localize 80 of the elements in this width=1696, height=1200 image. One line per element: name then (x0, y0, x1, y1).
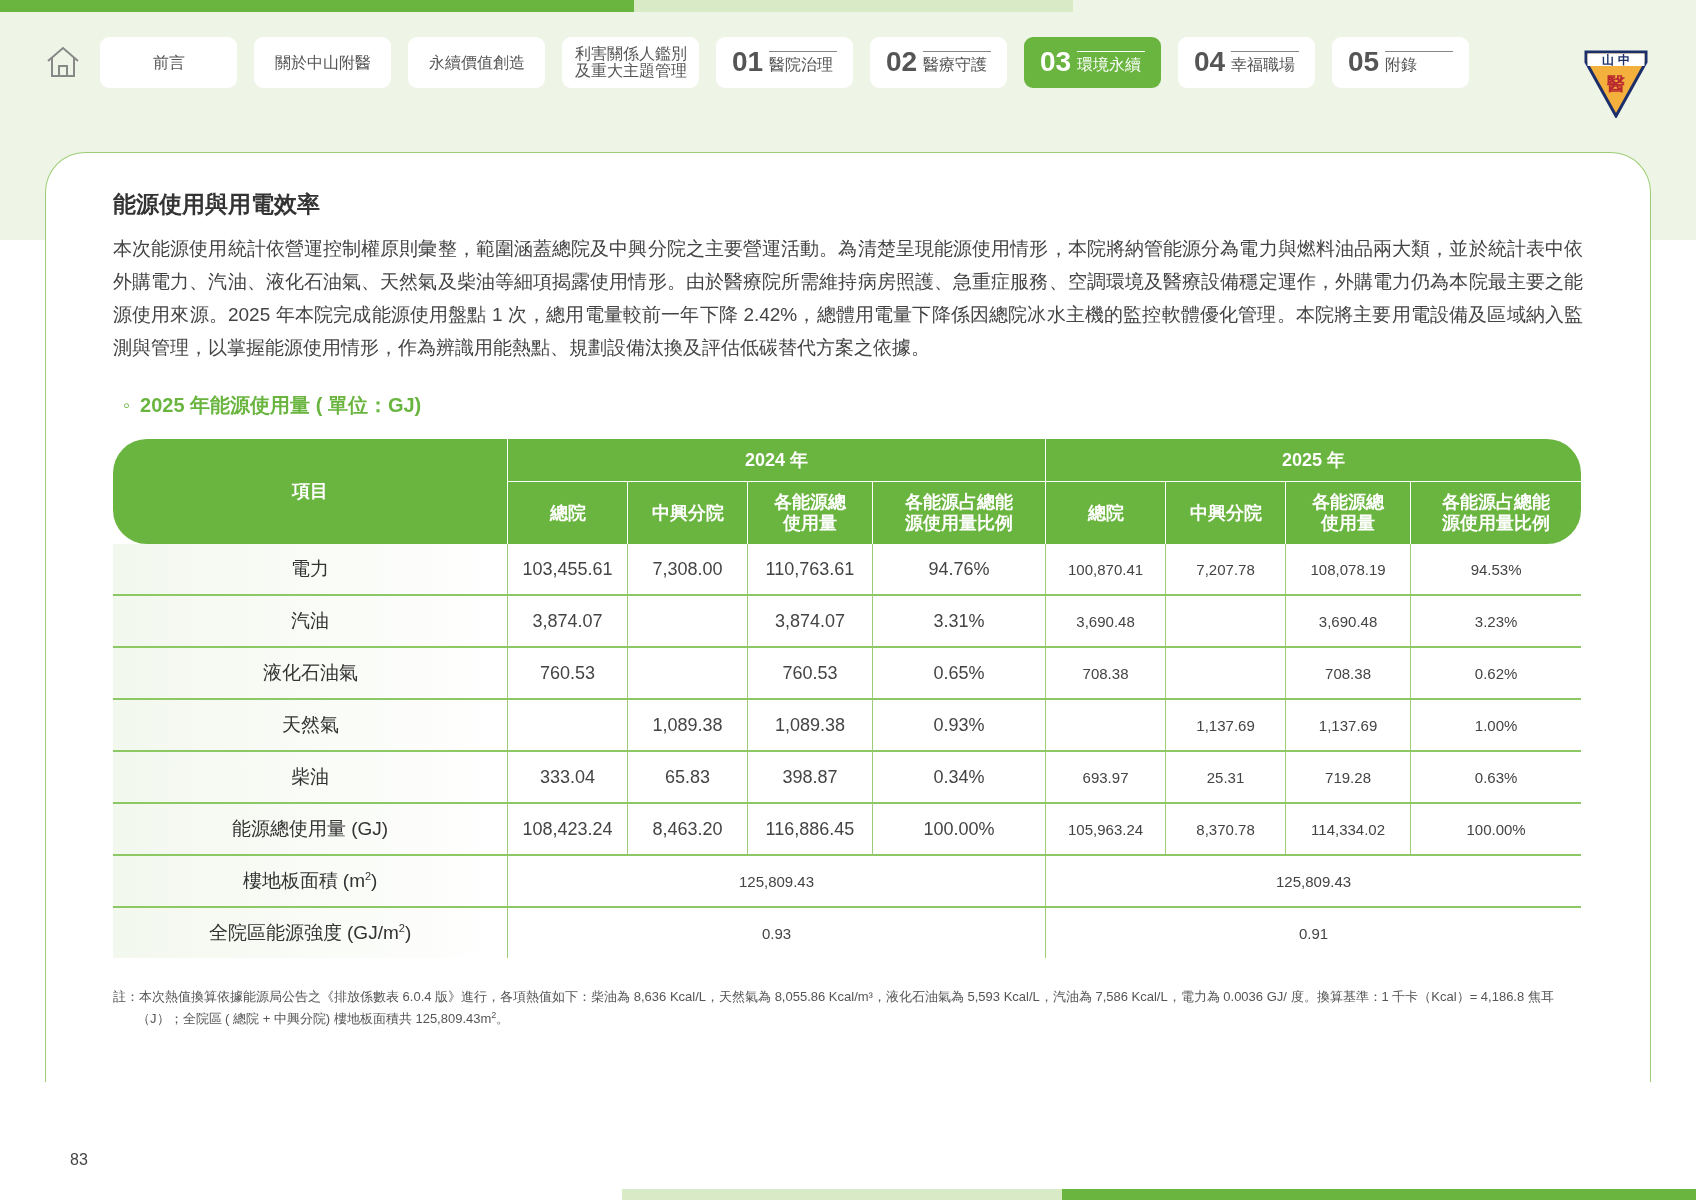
row-label: 柴油 (113, 752, 507, 804)
table-cell: 110,763.61 (747, 544, 872, 596)
table-cell: 100.00% (1410, 804, 1582, 856)
table-cell: 0.34% (872, 752, 1046, 804)
nav-tab[interactable]: 前言 (100, 36, 237, 88)
table-cell: 1,137.69 (1285, 700, 1411, 752)
table-cell: 0.91 (1045, 908, 1582, 958)
table-cell: 108,078.19 (1285, 544, 1411, 596)
nav-tab[interactable]: 01 醫院治理 (716, 36, 853, 88)
column-header: 總院 (1045, 482, 1166, 544)
table-cell: 1,089.38 (627, 700, 747, 752)
table-cell: 94.53% (1410, 544, 1582, 596)
table-cell: 100,870.41 (1045, 544, 1166, 596)
row-label: 汽油 (113, 596, 507, 648)
table-cell: 693.97 (1045, 752, 1166, 804)
table-cell: 103,455.61 (507, 544, 627, 596)
row-label: 液化石油氣 (113, 648, 507, 700)
home-icon[interactable] (45, 44, 81, 80)
section-title: 能源使用與用電效率 (113, 190, 320, 219)
table-cell: 398.87 (747, 752, 872, 804)
table-cell: 3.23% (1410, 596, 1582, 648)
column-header: 各能源占總能源使用量比例 (872, 482, 1046, 544)
table-cell: 760.53 (507, 648, 627, 700)
row-label: 樓地板面積 (m$^{2}$) (113, 856, 507, 908)
table-cell: 719.28 (1285, 752, 1411, 804)
table-cell: 8,370.78 (1165, 804, 1286, 856)
table-cell: 114,334.02 (1285, 804, 1411, 856)
table-cell: 7,207.78 (1165, 544, 1286, 596)
nav-tab[interactable]: 利害關係人鑑別及重大主題管理 (562, 36, 699, 88)
year-header: 2024 年 (507, 439, 1046, 482)
table-cell: 0.62% (1410, 648, 1582, 700)
table-cell: 105,963.24 (1045, 804, 1166, 856)
table-cell: 25.31 (1165, 752, 1286, 804)
table-cell: 3,690.48 (1285, 596, 1411, 648)
nav-tab[interactable]: 永續價值創造 (408, 36, 545, 88)
row-label: 電力 (113, 544, 507, 596)
table-cell: 100.00% (872, 804, 1046, 856)
table-cell: 125,809.43 (1045, 856, 1582, 908)
table-cell: 1,089.38 (747, 700, 872, 752)
table-cell: 708.38 (1285, 648, 1411, 700)
row-label: 能源總使用量 (GJ) (113, 804, 507, 856)
table-cell: 8,463.20 (627, 804, 747, 856)
table-cell: 760.53 (747, 648, 872, 700)
year-header: 2025 年 (1045, 439, 1582, 482)
column-header: 各能源總使用量 (1285, 482, 1411, 544)
table-cell: 3.31% (872, 596, 1046, 648)
footnote: 註：本次熱值換算依據能源局公告之《排放係數表 6.0.4 版》進行，各項熱值如下：柴油為 8,636 Kcal/L，天然氣為 8,055.86 Kcal/m³，液化石油氣為 5,593 Kcal/L，汽油為 7,586 Kcal/L，電力為 0.0036 GJ/ 度。換算基準：1 千卡（Kcal）= 4,186.8 焦耳（J）；全院區 ( 總院 + 中興分院) 樓地板面積共 125,809.43m$^{2}$。 (113, 988, 1555, 1029)
table-cell: 708.38 (1045, 648, 1166, 700)
body-paragraph: 本次能源使用統計依營運控制權原則彙整，範圍涵蓋總院及中興分院之主要營運活動。為清楚呈現能源使用情形，本院將納管能源分為電力與燃料油品兩大類，並於統計表中依外購電力、汽油、液化石油氣、天然氣及柴油等細項揭露使用情形。由於醫療院所需維持病房照護、急重症服務、空調環境及醫療設備穩定運作，外購電力仍為本院最主要之能源使用來源。2025 年本院完成能源使用盤點 1 次，總用電量較前一年下降 2.42%，總體用電量下降係因總院冰水主機的監控軟體優化管理。本院將主要用電設備及區域納入監測與管理，以掌握能源使用情形，作為辨識用能熱點、規劃設備汰換及評估低碳替代方案之依據。 (113, 237, 1583, 360)
column-header: 總院 (507, 482, 627, 544)
nav-tab[interactable]: 02 醫療守護 (870, 36, 1007, 88)
row-label: 天然氣 (113, 700, 507, 752)
table-cell: 7,308.00 (627, 544, 747, 596)
nav-tab[interactable]: 04 幸福職場 (1178, 36, 1315, 88)
column-header: 各能源占總能源使用量比例 (1410, 482, 1582, 544)
table-cell: 94.76% (872, 544, 1046, 596)
table-cell: 108,423.24 (507, 804, 627, 856)
table-cell: 3,874.07 (507, 596, 627, 648)
table-cell: 0.63% (1410, 752, 1582, 804)
column-header: 中興分院 (627, 482, 747, 544)
table-cell: 116,886.45 (747, 804, 872, 856)
table-cell: 125,809.43 (507, 856, 1046, 908)
table-cell: 333.04 (507, 752, 627, 804)
table-title: 2025 年能源使用量 ( 單位：GJ) (140, 393, 422, 418)
hospital-logo: 山 中 醫 (1584, 50, 1648, 118)
bullet-icon: ◦ (123, 394, 131, 417)
column-header: 各能源總使用量 (747, 482, 872, 544)
column-header: 項目 (113, 439, 507, 544)
table-cell: 0.93% (872, 700, 1046, 752)
nav-tab[interactable]: 05 附錄 (1332, 36, 1469, 88)
table-cell: 0.65% (872, 648, 1046, 700)
column-header: 中興分院 (1165, 482, 1286, 544)
nav-tab[interactable]: 關於中山附醫 (254, 36, 391, 88)
table-cell: 3,690.48 (1045, 596, 1166, 648)
table-cell: 3,874.07 (747, 596, 872, 648)
table-cell: 1,137.69 (1165, 700, 1286, 752)
table-cell: 1.00% (1410, 700, 1582, 752)
table-cell: 65.83 (627, 752, 747, 804)
page-number: 83 (70, 1151, 88, 1169)
table-cell: 0.93 (507, 908, 1046, 958)
